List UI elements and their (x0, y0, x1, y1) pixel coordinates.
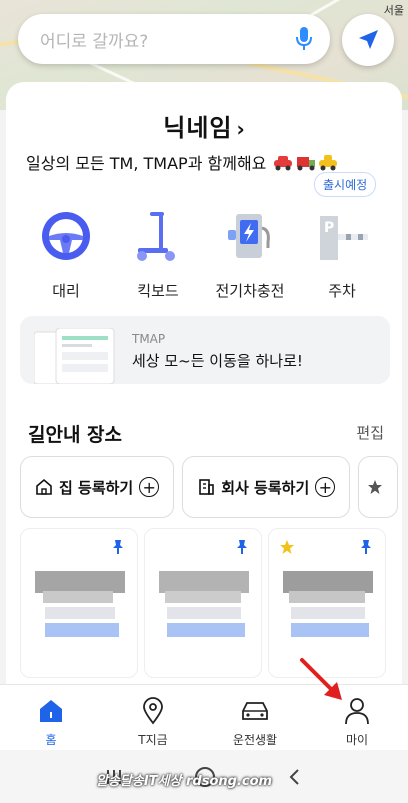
car-icon (242, 702, 268, 720)
home-register-label: 집 등록하기 (59, 478, 134, 497)
search-placeholder: 어디로 갈까요? (40, 31, 149, 52)
blurred-place-info (35, 571, 125, 641)
service-label: 주차 (328, 282, 356, 300)
place-card[interactable] (20, 528, 138, 678)
ev-charger-icon (228, 214, 270, 258)
microphone-icon[interactable] (294, 26, 314, 52)
home-sheet: 닉네임 › 일상의 모든 TM, TMAP과 함께해요 대리 킥보드 전기차충전… (6, 82, 402, 684)
nav-label: T지금 (138, 733, 168, 747)
plus-icon: + (315, 477, 336, 497)
service-ev-charging[interactable]: 전기차충전 (204, 200, 296, 301)
work-register-label: 회사 등록하기 (221, 478, 310, 497)
service-driver[interactable]: 대리 (20, 200, 112, 301)
navigation-button[interactable] (342, 14, 394, 66)
steering-wheel-icon (42, 212, 90, 260)
parking-icon: P (320, 216, 368, 260)
home-icon (40, 700, 62, 722)
banner-phone-image (34, 328, 115, 384)
map-city-label: 서울 (383, 4, 404, 17)
service-label: 킥보드 (137, 282, 179, 300)
plus-icon: + (139, 477, 160, 497)
service-label: 전기차충전 (215, 282, 285, 300)
house-icon (36, 478, 52, 495)
home-register-button[interactable]: 집 등록하기 + (20, 456, 175, 518)
location-pin-icon (143, 697, 163, 725)
star-icon (368, 480, 383, 494)
banner-brand: TMAP (132, 332, 166, 346)
nav-label: 마이 (345, 733, 369, 747)
nav-label: 홈 (45, 733, 57, 747)
promo-banner[interactable]: TMAP 세상 모~든 이동을 하나로! (20, 316, 390, 384)
svg-text:P: P (324, 220, 334, 236)
nav-driving-life[interactable]: 운전생활 (204, 685, 306, 750)
kickboard-icon (137, 212, 175, 261)
chevron-right-icon: › (236, 117, 245, 141)
service-label: 대리 (52, 282, 80, 300)
nickname: 닉네임 (163, 114, 233, 142)
navigation-arrow-icon (359, 30, 378, 49)
edit-button[interactable]: 편집 (356, 422, 384, 443)
blurred-place-info (159, 571, 249, 641)
back-icon[interactable] (287, 768, 303, 786)
pin-icon (237, 540, 247, 554)
nav-label: 운전생활 (232, 733, 278, 747)
service-kickboard[interactable]: 킥보드 (112, 200, 204, 301)
watermark: 알송달송IT세상 rdsong.com (96, 774, 273, 789)
pin-icon (361, 540, 371, 554)
work-register-button[interactable]: 회사 등록하기 + (182, 456, 351, 518)
nav-tnow[interactable]: T지금 (102, 685, 204, 750)
service-parking[interactable]: 출시예정 P 주차 (296, 172, 388, 301)
blurred-place-info (283, 571, 373, 641)
banner-text: 세상 모~든 이동을 하나로! (132, 352, 303, 370)
places-title: 길안내 장소 (28, 424, 123, 446)
place-chips: 집 등록하기 + 회사 등록하기 + (20, 456, 399, 518)
favorite-chip[interactable] (358, 456, 399, 518)
star-icon (280, 540, 294, 554)
annotation-arrow-icon (300, 658, 342, 700)
pin-icon (113, 540, 123, 554)
nav-home[interactable]: 홈 (0, 685, 102, 750)
service-shortcuts: 대리 킥보드 전기차충전 출시예정 P 주차 (20, 172, 390, 301)
building-icon (199, 479, 215, 495)
place-card[interactable] (144, 528, 262, 678)
coming-soon-badge: 출시예정 (314, 172, 377, 197)
nickname-row[interactable]: 닉네임 › (6, 108, 402, 143)
vehicle-emoji-icons (274, 155, 338, 171)
search-bar[interactable]: 어디로 갈까요? (18, 14, 330, 64)
subtitle-text: 일상의 모든 TM, TMAP과 함께해요 (26, 154, 267, 173)
profile-subtitle: 일상의 모든 TM, TMAP과 함께해요 (26, 150, 339, 174)
